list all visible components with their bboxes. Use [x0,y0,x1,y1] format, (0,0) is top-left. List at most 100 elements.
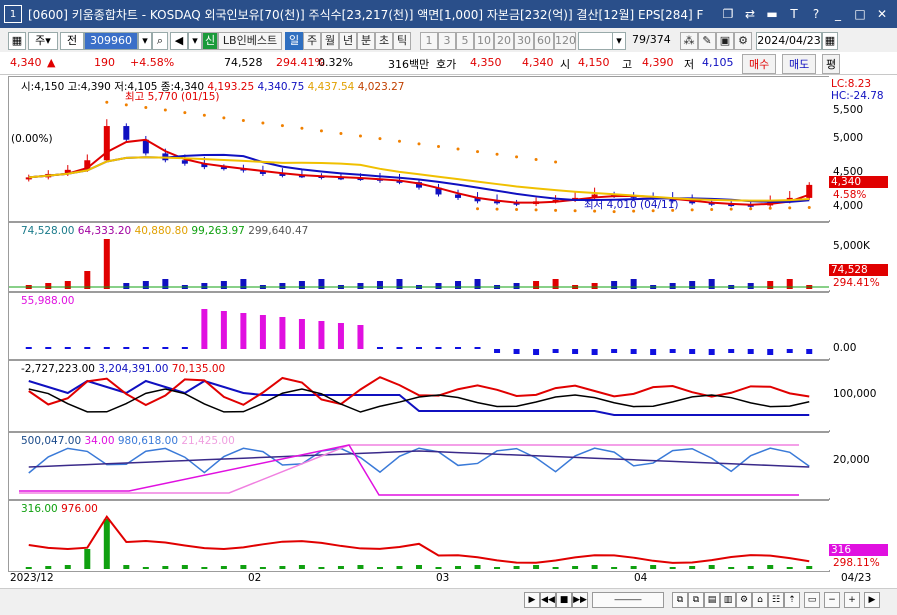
tool-g-icon[interactable]: ☷ [768,592,784,608]
volume: 74,528 [224,56,263,69]
rewind-icon[interactable]: ◀◀ [540,592,556,608]
tool-d-icon[interactable]: ▥ [720,592,736,608]
play-icon[interactable]: ▶ [524,592,540,608]
tab-second[interactable]: 초 [375,32,393,50]
page-total: /374 [646,33,671,46]
interval-input[interactable] [578,32,614,50]
vol-legend-3: 40,880.80 [134,225,189,237]
volume-bar-green [181,565,188,569]
new-badge[interactable]: 신 [202,32,218,50]
tool-f-icon[interactable]: ⌂ [752,592,768,608]
tool-c-icon[interactable]: ▤ [704,592,720,608]
indicator-panel-5[interactable]: 500,047.00 34.00 980,618.00 21,425.00 [8,432,830,500]
menu-icon[interactable]: ▦ [8,32,26,50]
search-icon[interactable]: ⌕ [152,32,168,50]
interval-10[interactable]: 10 [474,32,494,50]
interval-1[interactable]: 1 [420,32,438,50]
prev-button[interactable]: 전 [60,32,84,50]
interval-5[interactable]: 5 [456,32,474,50]
envelope-dot [339,131,343,135]
tool-e-icon[interactable]: ⚙ [736,592,752,608]
envelope-dot [300,126,304,130]
interval-3[interactable]: 3 [438,32,456,50]
tab-tick[interactable]: 틱 [393,32,411,50]
save-icon[interactable]: ▣ [716,32,734,50]
forward-icon[interactable]: ▶▶ [572,592,588,608]
restore-icon[interactable]: ❐ [721,7,735,21]
volume-bar-green [572,566,579,569]
histogram-bar [513,349,520,354]
interval-120[interactable]: 120 [554,32,576,50]
indicator-panel-3[interactable]: 55,988.00 [8,292,830,360]
min-button[interactable]: _ [831,7,845,21]
tab-week[interactable]: 주 [303,32,321,50]
interval-dropdown[interactable]: ▾ [612,32,626,50]
histogram-bar [533,349,540,355]
tool-a-icon[interactable]: ⧉ [672,592,688,608]
pin-icon[interactable]: T [787,7,801,21]
zoom-slider[interactable]: ――― [592,592,664,608]
code-dropdown[interactable]: ▾ [138,32,152,50]
code-input[interactable]: 309960 [84,32,138,50]
interval-30[interactable]: 30 [514,32,534,50]
p6-axis: 316 298.11% [829,500,889,570]
buy-button[interactable]: 매수 [742,54,777,74]
settings-icon[interactable]: ⚙ [734,32,752,50]
minus-icon[interactable]: − [824,592,840,608]
volume-bar [45,283,52,289]
speaker-icon[interactable]: ◀ [170,32,188,50]
y-tick-4000: 4,000 [833,200,864,212]
minimize-icon[interactable]: ▬ [765,7,779,21]
indicator-chart-3 [25,309,813,355]
volume-bar [123,283,130,289]
tool-b-icon[interactable]: ⧉ [688,592,704,608]
tab-minute[interactable]: 분 [357,32,375,50]
envelope-dot [515,208,519,212]
p6-legend-2: 976.00 [61,503,98,515]
help-icon[interactable]: ? [809,7,823,21]
candle-body [455,194,462,198]
plus-icon[interactable]: + [844,592,860,608]
volume-bar-green [552,567,559,569]
tab-day[interactable]: 일 [285,32,303,50]
tab-year[interactable]: 년 [339,32,357,50]
interval-60[interactable]: 60 [534,32,554,50]
avg-button[interactable]: 평 [822,54,841,74]
tool-h-icon[interactable]: ⇡ [784,592,800,608]
volume-bar-green [767,565,774,569]
turn-tag: 294.41% [833,277,880,289]
period-type-select[interactable]: 주▾ [28,32,58,50]
zoom-out-icon[interactable]: ▭ [804,592,820,608]
max-button[interactable]: □ [853,7,867,21]
histogram-bar [455,347,462,349]
close-button[interactable]: ✕ [875,7,889,21]
volume-bar [103,239,110,289]
interval-20[interactable]: 20 [494,32,514,50]
calendar-icon[interactable]: ▦ [822,32,838,50]
volume-bar-green [416,565,422,569]
indicator-panel-4[interactable]: -2,727,223.00 3,204,391.00 70,135.00 [8,360,830,432]
sell-button[interactable]: 매도 [782,54,817,74]
tab-month[interactable]: 월 [321,32,339,50]
volume-bar-green [103,519,110,569]
histogram-bar [767,349,774,355]
page-current: 79 [632,33,646,46]
speaker-dropdown[interactable]: ▾ [188,32,202,50]
link-icon[interactable]: ⇄ [743,7,757,21]
stop-icon[interactable]: ■ [556,592,572,608]
volume-bar [84,271,91,289]
volume-bar-green [513,566,520,569]
next-icon[interactable]: ▶ [864,592,880,608]
vol-legend-4: 99,263.97 [191,225,245,237]
date-input[interactable]: 2024/04/23 [756,32,822,50]
amount: 316백만 [388,58,430,71]
indicator-panel-6[interactable]: 316.00 976.00 [8,500,830,572]
chart-tool-icon[interactable]: ✎ [698,32,716,50]
price-panel[interactable]: 시:4,150 고:4,390 저:4,105 종:4,340 4,193.25… [8,76,830,222]
broker-button[interactable]: LB인베스트 [218,32,282,50]
histogram-bar [611,349,618,353]
envelope-dot [534,208,538,212]
scroll-icon[interactable]: ⁂ [680,32,698,50]
volume-panel[interactable]: 74,528.00 64,333.20 40,880.80 99,263.97 … [8,222,830,292]
p4-legend-1: -2,727,223.00 [21,363,95,375]
